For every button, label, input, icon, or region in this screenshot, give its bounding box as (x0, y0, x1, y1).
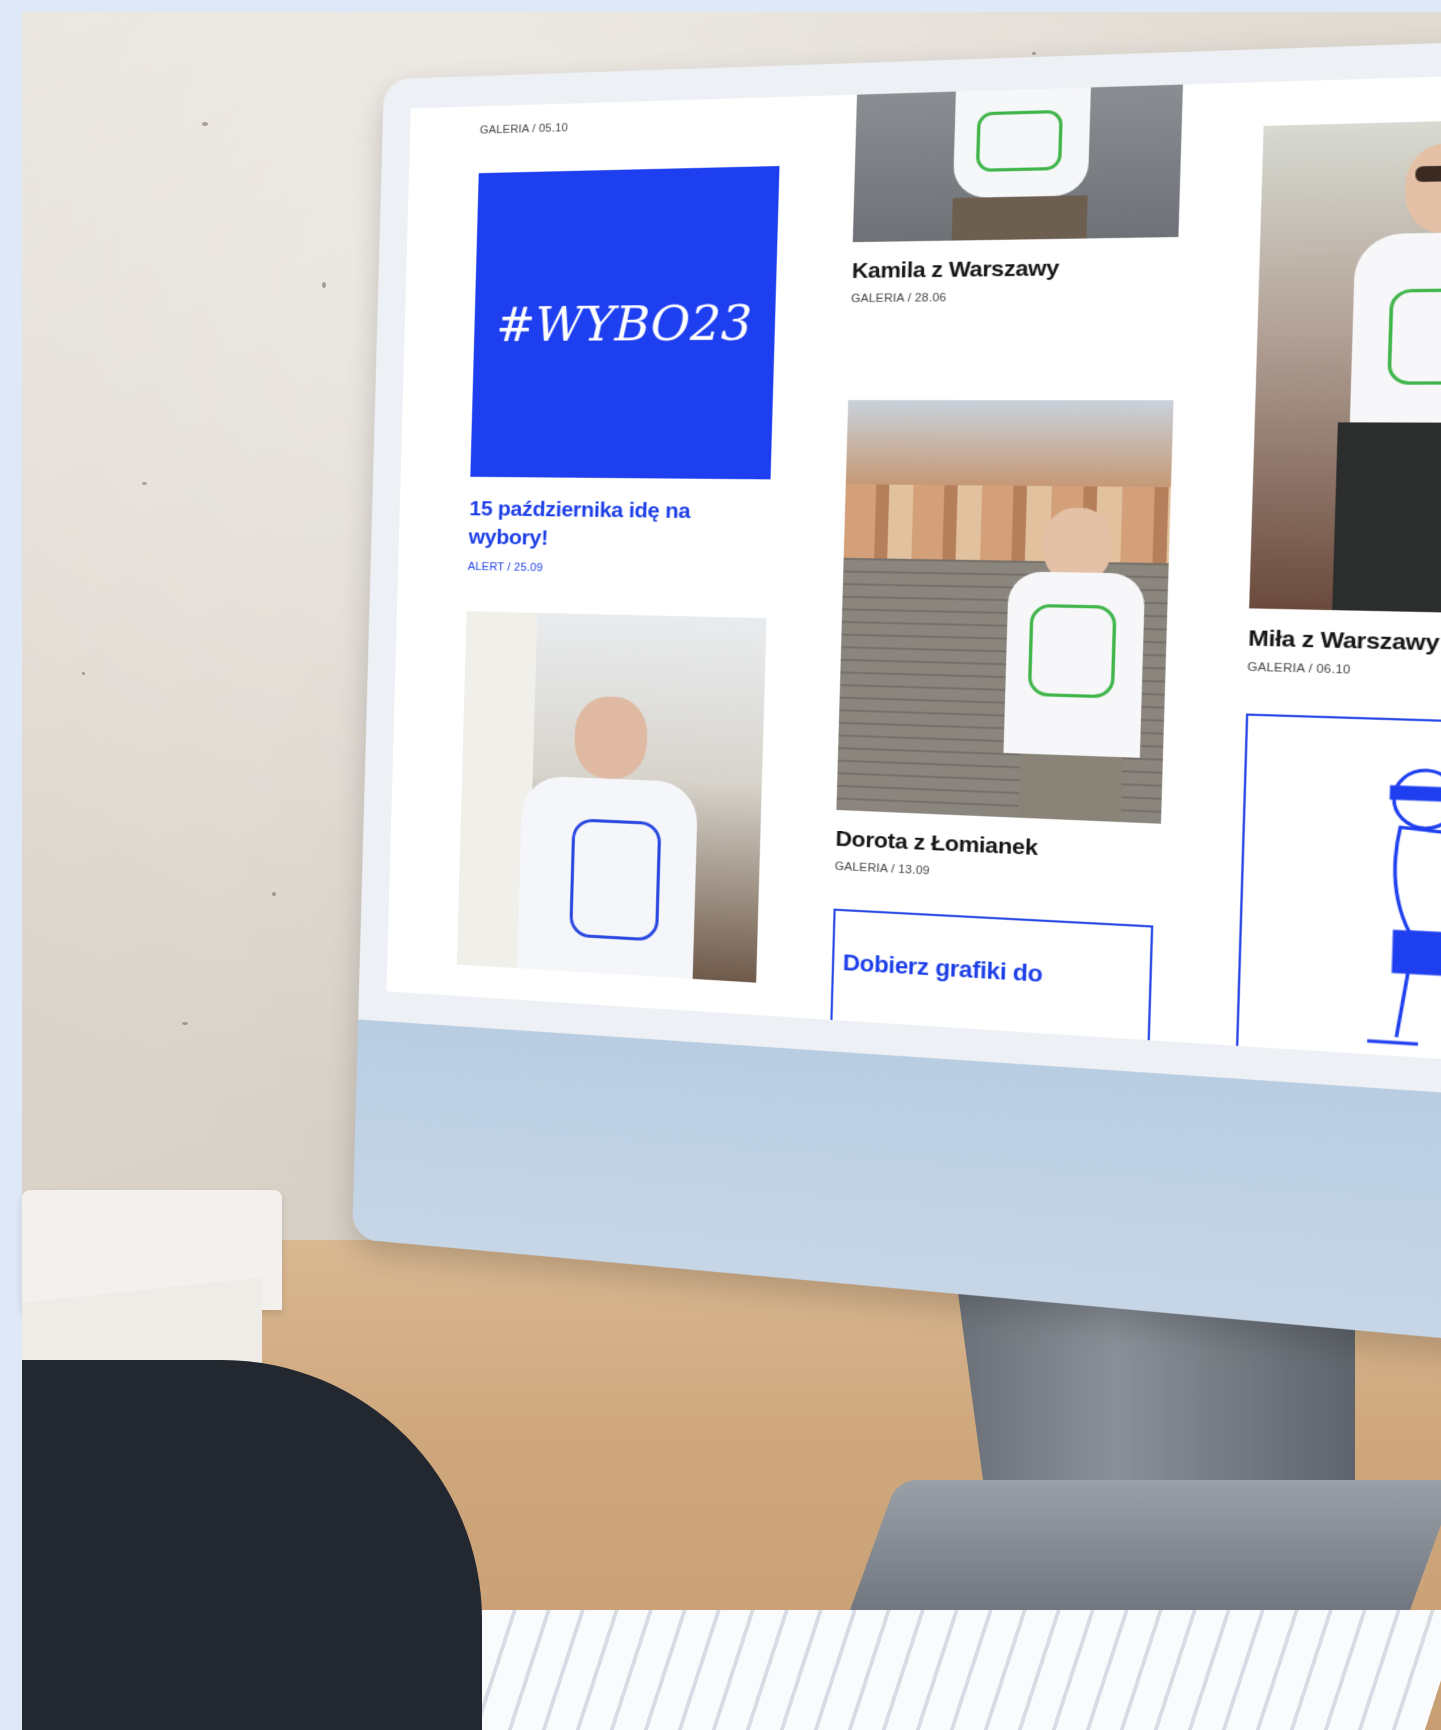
alert-card-title[interactable]: 15 października idę na wybory! (468, 495, 738, 557)
alert-card-meta: ALERT / 25.09 (467, 560, 544, 574)
website-screen: GALERIA / 05.10 #WYBO23 15 października … (386, 70, 1441, 1070)
kamila-card-title[interactable]: Kamila z Warszawy (852, 254, 1202, 284)
gallery-photo-kamila[interactable] (852, 84, 1183, 243)
mila-card-meta: GALERIA / 06.10 (1247, 660, 1351, 677)
kamila-card-meta: GALERIA / 28.06 (850, 291, 947, 306)
download-graphics-link[interactable]: Dobierz grafiki do (842, 949, 1042, 987)
partial-card-meta: GALERIA / 05.10 (479, 121, 569, 137)
hashtag-tile[interactable]: #WYBO23 (470, 166, 780, 480)
monitor-stand-base (842, 1480, 1441, 1630)
desktop-monitor: GALERIA / 05.10 #WYBO23 15 października … (352, 34, 1441, 1357)
download-graphics-card[interactable]: Dobierz grafiki do (829, 908, 1154, 1056)
illustration-card[interactable] (1235, 713, 1441, 1070)
mila-card-title[interactable]: Miła z Warszawy (1248, 626, 1441, 661)
gallery-photo-mila[interactable] (1249, 116, 1441, 616)
feed-column-1: GALERIA / 05.10 #WYBO23 15 października … (456, 97, 792, 983)
hashtag-text: #WYBO23 (495, 294, 753, 353)
gallery-photo-dorota[interactable] (836, 400, 1174, 824)
hiker-illustration-icon (1238, 716, 1441, 1070)
feed-column-3: Miła z Warszawy GALERIA / 06.10 (1235, 71, 1441, 1070)
feed-column-2: Kamila z Warszawy GALERIA / 28.06 Dorota… (829, 84, 1206, 1057)
photo-scene: GALERIA / 05.10 #WYBO23 15 października … (0, 0, 1441, 1730)
gallery-photo-man[interactable] (456, 610, 767, 983)
